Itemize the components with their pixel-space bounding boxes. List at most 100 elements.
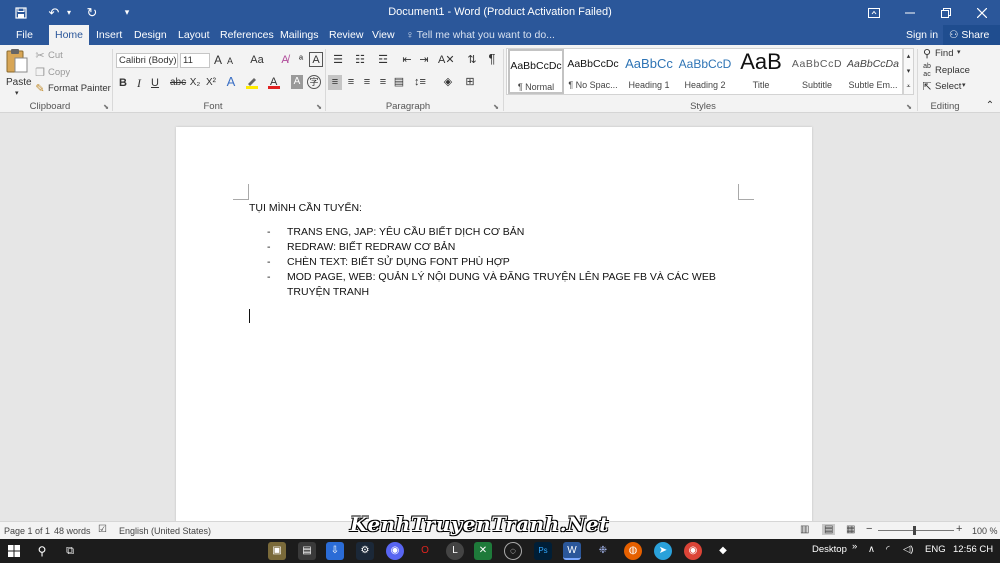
web-layout-icon[interactable]: ▦ [846,524,855,535]
more-styles-icon[interactable]: ⩡ [904,80,913,94]
font-launcher-icon[interactable]: ⬊ [315,101,323,115]
tell-me-box[interactable]: ♀ Tell me what you want to do... [406,25,555,45]
chrome-icon[interactable]: ◉ [684,542,702,560]
copy-button[interactable]: Copy [48,67,70,78]
language-indicator[interactable]: English (United States) [119,526,211,536]
select-button[interactable]: Select [935,81,961,92]
character-border-icon[interactable]: A [309,52,323,67]
scroll-down-icon[interactable]: ▾ [904,65,913,79]
text-effects-icon[interactable]: A [224,75,238,89]
paragraph-launcher-icon[interactable]: ⬊ [492,101,500,115]
tab-review[interactable]: Review [323,25,369,45]
style-subtle-emphasis[interactable]: AaBbCcDa Subtle Em... [845,49,901,94]
style-title[interactable]: AaB Title [733,49,789,94]
document-page[interactable]: TỤI MÌNH CẦN TUYỂN: - TRANS ENG, JAP: YÊ… [176,127,812,527]
clipboard-launcher-icon[interactable]: ⬊ [102,101,110,115]
tab-file[interactable]: File [10,25,39,45]
justify-icon[interactable]: ≡ [376,75,390,89]
game-launcher-icon[interactable]: ◆ [714,542,732,560]
collapse-ribbon-icon[interactable]: ⌃ [984,99,996,113]
zoom-level[interactable]: 100 % [972,526,998,536]
tab-design[interactable]: Design [128,25,173,45]
enclose-characters-icon[interactable]: 字 [307,75,321,89]
photoshop-icon[interactable]: Ps [534,542,552,560]
restore-icon[interactable] [928,0,964,25]
decrease-indent-icon[interactable]: ⇤ [400,53,414,67]
network-tool-icon[interactable]: ❉ [594,542,612,560]
scroll-up-icon[interactable]: ▴ [904,50,913,64]
select-dropdown-icon[interactable]: ▾ [962,81,966,89]
replace-button[interactable]: Replace [935,65,970,76]
shrink-font-icon[interactable]: A [225,54,235,68]
change-case-icon[interactable]: Aa [248,53,266,67]
numbering-icon[interactable]: ☷ [352,53,368,67]
search-icon[interactable]: ⚲ [33,542,51,560]
league-client-icon[interactable]: L [446,542,464,560]
settings-app-icon[interactable]: ◌ [504,542,522,560]
italic-button[interactable]: I [133,76,145,90]
word-count[interactable]: 48 words [54,526,91,536]
paste-button[interactable]: Paste ▾ [4,48,32,97]
shading-icon[interactable]: ◈ [440,75,456,89]
media-app-icon[interactable]: ▤ [298,542,316,560]
find-button[interactable]: Find [935,48,953,59]
highlight-icon[interactable] [244,75,260,93]
styles-scroll[interactable]: ▴ ▾ ⩡ [903,48,914,95]
download-app-icon[interactable]: ⇩ [326,542,344,560]
asian-layout-icon[interactable]: A✕ [438,53,455,67]
language-switcher[interactable]: ENG [925,544,946,555]
minimize-icon[interactable] [892,0,928,25]
format-painter-button[interactable]: Format Painter [48,83,111,94]
line-spacing-icon[interactable]: ↕≡ [412,75,428,89]
read-mode-icon[interactable]: ▥ [800,524,809,535]
multilevel-list-icon[interactable]: ☲ [375,53,391,67]
style-normal[interactable]: AaBbCcDc ¶ Normal [508,49,564,94]
cut-button[interactable]: Cut [48,50,63,61]
volume-icon[interactable]: ◁) [903,544,913,555]
style-heading-2[interactable]: AaBbCcD Heading 2 [677,49,733,94]
bold-button[interactable]: B [117,76,129,90]
clear-formatting-icon[interactable]: A̸ [278,53,292,67]
page-count[interactable]: Page 1 of 1 [4,526,50,536]
wifi-icon[interactable]: ◜ [886,544,890,555]
zoom-out-icon[interactable]: − [866,523,872,535]
desktop-toolbar[interactable]: Desktop [812,544,847,555]
align-left-icon[interactable]: ≡ [328,75,342,90]
distributed-icon[interactable]: ▤ [392,75,406,89]
borders-icon[interactable]: ⊞ [462,75,478,89]
sort-icon[interactable]: ⇅ [465,53,479,67]
xbox-app-icon[interactable]: ✕ [474,542,492,560]
show-formatting-marks-icon[interactable]: ¶ [486,52,498,66]
style-subtitle[interactable]: AaBbCcD Subtitle [789,49,845,94]
tab-layout[interactable]: Layout [172,25,216,45]
zoom-in-icon[interactable]: + [956,523,962,535]
print-layout-icon[interactable]: ▤ [822,524,836,535]
steam-icon[interactable]: ⚙ [356,542,374,560]
tray-overflow-icon[interactable]: ∧ [868,544,875,555]
font-name-box[interactable]: Calibri (Body) [116,53,178,68]
proofing-icon[interactable]: ☑ [98,524,107,535]
increase-indent-icon[interactable]: ⇥ [417,53,431,67]
subscript-button[interactable]: X₂ [188,76,202,90]
telegram-icon[interactable]: ➤ [654,542,672,560]
opera-icon[interactable]: O [416,542,434,560]
task-view-icon[interactable]: ⧉ [61,542,79,560]
word-taskbar-icon[interactable]: W [563,542,581,560]
styles-launcher-icon[interactable]: ⬊ [905,101,913,115]
underline-button[interactable]: U [149,76,161,90]
photos-app-icon[interactable]: ▣ [268,542,286,560]
discord-icon[interactable]: ◉ [386,542,404,560]
ribbon-display-options-icon[interactable] [856,0,892,25]
zoom-slider-thumb[interactable] [913,526,916,535]
windows-start-icon[interactable] [5,542,23,560]
style-no-spacing[interactable]: AaBbCcDc ¶ No Spac... [565,49,621,94]
tab-references[interactable]: References [214,25,280,45]
align-right-icon[interactable]: ≡ [360,75,374,89]
bullets-icon[interactable]: ☰ [330,53,346,67]
tab-view[interactable]: View [366,25,401,45]
style-heading-1[interactable]: AaBbCc Heading 1 [621,49,677,94]
clock[interactable]: 12:56 CH [953,544,993,555]
phonetic-guide-icon[interactable]: ª [294,53,308,67]
zoom-slider[interactable] [878,526,954,535]
grow-font-icon[interactable]: A [212,53,224,67]
